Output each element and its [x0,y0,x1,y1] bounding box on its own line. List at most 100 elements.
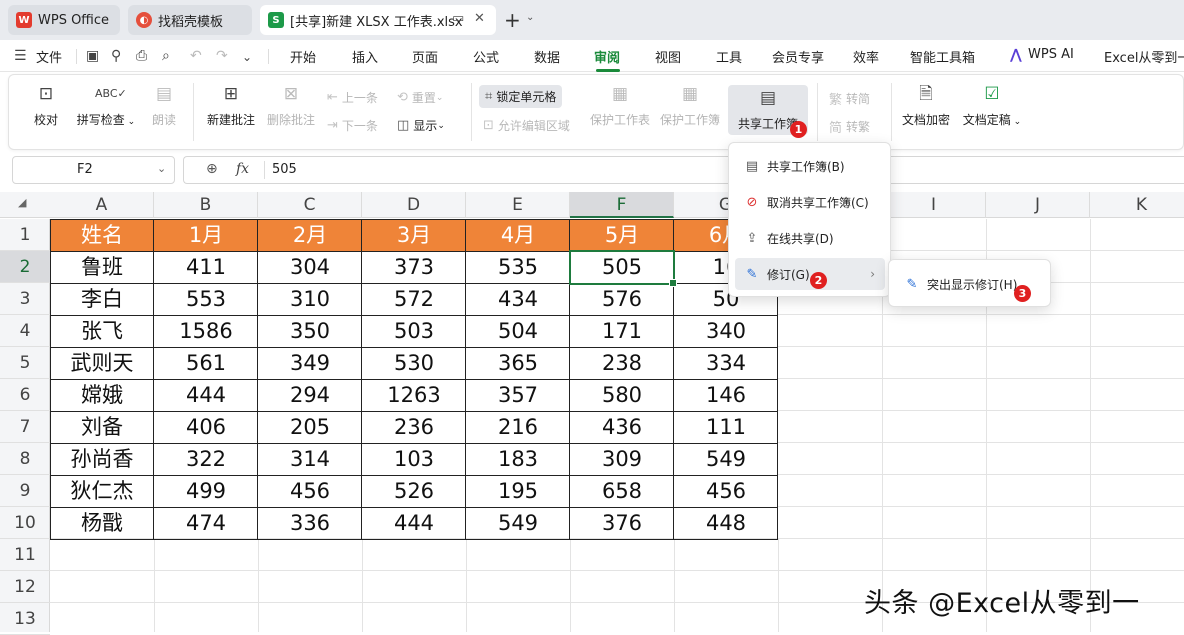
doc-encrypt-button[interactable]: 🗎 文档加密 [901,83,951,128]
table-cell[interactable]: 373 [362,251,466,283]
table-cell[interactable]: 436 [570,411,674,443]
menu-item-revise[interactable]: ✎ 修订(G) › [735,258,885,290]
to-simplified-button[interactable]: 繁转简 [829,89,870,108]
table-cell[interactable]: 406 [154,411,258,443]
table-cell[interactable]: 549 [466,507,570,539]
table-cell[interactable]: 526 [362,475,466,507]
new-tab-icon[interactable]: + [504,8,521,32]
table-cell[interactable]: 183 [466,443,570,475]
hamburger-icon[interactable]: ☰ [14,48,27,64]
delete-comment-button[interactable]: ⊠ 删除批注 [265,83,317,128]
table-cell[interactable]: 349 [258,347,362,379]
table-cell[interactable]: 553 [154,283,258,315]
more-chevron-icon[interactable]: ⌄ [242,50,252,64]
menu-data[interactable]: 数据 [534,47,560,66]
menu-page[interactable]: 页面 [412,47,438,66]
col-header-d[interactable]: D [362,192,466,218]
table-cell[interactable]: 张飞 [50,315,154,347]
row-header-6[interactable]: 6 [0,379,50,411]
save-icon[interactable]: ▣ [86,48,99,64]
menu-view[interactable]: 视图 [655,47,681,66]
table-cell[interactable]: 310 [258,283,362,315]
table-cell[interactable]: 530 [362,347,466,379]
proofread-button[interactable]: ⊡ 校对 [31,83,61,128]
menu-wps-ai[interactable]: WPS AI [1028,47,1074,62]
table-header-cell[interactable]: 4月 [466,219,570,251]
menu-item-online-share[interactable]: ⇪ 在线共享(D) [735,222,885,254]
table-cell[interactable]: 1263 [362,379,466,411]
zoom-icon[interactable]: ⊕ [206,161,218,177]
protect-sheet-button[interactable]: ▦ 保护工作表 [589,83,651,128]
row-header-5[interactable]: 5 [0,347,50,379]
table-cell[interactable]: 503 [362,315,466,347]
table-cell[interactable]: 314 [258,443,362,475]
protect-workbook-button[interactable]: ▦ 保护工作簿 [659,83,721,128]
table-cell[interactable]: 狄仁杰 [50,475,154,507]
table-cell[interactable]: 365 [466,347,570,379]
col-header-c[interactable]: C [258,192,362,218]
table-cell[interactable]: 294 [258,379,362,411]
table-cell[interactable]: 456 [674,475,778,507]
row-header-11[interactable]: 11 [0,539,50,571]
share-link-icon[interactable]: ⚲ [111,48,121,64]
doc-finalize-button[interactable]: ☑ 文档定稿 ⌄ [961,83,1023,128]
table-cell[interactable]: 658 [570,475,674,507]
table-cell[interactable]: 576 [570,283,674,315]
table-header-cell[interactable]: 姓名 [50,219,154,251]
read-aloud-button[interactable]: ▤ 朗读 [149,83,179,128]
col-header-a[interactable]: A [50,192,154,218]
table-cell[interactable]: 350 [258,315,362,347]
table-cell[interactable]: 武则天 [50,347,154,379]
table-cell[interactable]: 杨戬 [50,507,154,539]
tab-active-workbook[interactable]: S [共享]新建 XLSX 工作表.xlsx ▭ ✕ [260,5,496,35]
menu-insert[interactable]: 插入 [352,47,378,66]
selected-cell-f2[interactable] [569,250,677,287]
tab-docer[interactable]: ◐ 找稻壳模板 [128,5,252,35]
to-traditional-button[interactable]: 简转繁 [829,117,870,136]
redo-icon[interactable]: ↷ [216,48,228,64]
table-cell[interactable]: 444 [362,507,466,539]
close-icon[interactable]: ✕ [474,11,485,26]
table-cell[interactable]: 535 [466,251,570,283]
table-cell[interactable]: 李白 [50,283,154,315]
table-cell[interactable]: 鲁班 [50,251,154,283]
table-cell[interactable]: 205 [258,411,362,443]
fx-icon[interactable]: fx [236,161,249,177]
table-cell[interactable]: 111 [674,411,778,443]
table-cell[interactable]: 孙尚香 [50,443,154,475]
table-cell[interactable]: 456 [258,475,362,507]
row-header-1[interactable]: 1 [0,219,50,251]
table-cell[interactable]: 444 [154,379,258,411]
table-cell[interactable]: 309 [570,443,674,475]
menu-member[interactable]: 会员专享 [772,47,824,66]
row-header-8[interactable]: 8 [0,443,50,475]
table-header-cell[interactable]: 2月 [258,219,362,251]
row-header-4[interactable]: 4 [0,315,50,347]
table-cell[interactable]: 580 [570,379,674,411]
menu-smart-toolbox[interactable]: 智能工具箱 [910,47,975,66]
table-cell[interactable]: 504 [466,315,570,347]
row-header-3[interactable]: 3 [0,283,50,315]
table-cell[interactable]: 103 [362,443,466,475]
col-header-b[interactable]: B [154,192,258,218]
new-comment-button[interactable]: ⊞ 新建批注 [205,83,257,128]
table-cell[interactable]: 195 [466,475,570,507]
table-cell[interactable]: 376 [570,507,674,539]
row-header-9[interactable]: 9 [0,475,50,507]
table-header-cell[interactable]: 3月 [362,219,466,251]
col-header-i[interactable]: I [882,192,986,218]
menu-tools[interactable]: 工具 [716,47,742,66]
select-all-icon[interactable]: ◢ [18,196,26,209]
formula-bar[interactable]: ⊕ fx 505 [183,156,1184,184]
table-cell[interactable]: 216 [466,411,570,443]
row-header-10[interactable]: 10 [0,507,50,539]
undo-icon[interactable]: ↶ [190,48,202,64]
print-preview-icon[interactable]: ⌕ [162,48,170,64]
table-cell[interactable]: 357 [466,379,570,411]
col-header-j[interactable]: J [986,192,1090,218]
table-cell[interactable]: 304 [258,251,362,283]
menu-efficiency[interactable]: 效率 [853,47,879,66]
table-header-cell[interactable]: 1月 [154,219,258,251]
menu-file[interactable]: 文件 [36,47,62,66]
screen-icon[interactable]: ▭ [452,11,464,26]
